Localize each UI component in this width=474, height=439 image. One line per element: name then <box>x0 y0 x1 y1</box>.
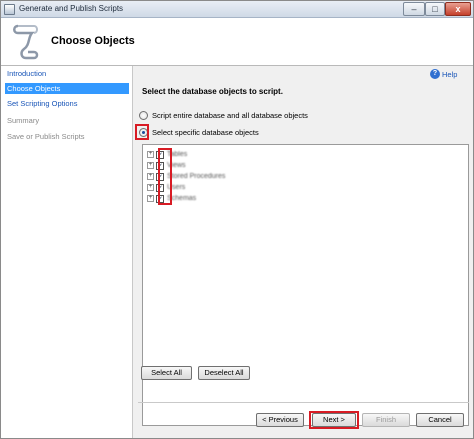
nav-item-save-or-publish-scripts: Save or Publish Scripts <box>7 132 85 141</box>
deselect-all-button[interactable]: Deselect All <box>198 366 250 380</box>
highlight-box-radio <box>135 124 149 140</box>
object-tree[interactable]: + ✓ Tables + ✓ Views + ✓ Stored Procedures + ✓ U… <box>142 144 469 426</box>
main-panel: ? Help Select the database objects to scr… <box>134 66 473 438</box>
nav-item-set-scripting-options[interactable]: Set Scripting Options <box>5 98 129 109</box>
expand-icon[interactable]: + <box>147 162 154 170</box>
page-title: Choose Objects <box>51 35 135 47</box>
expand-icon[interactable]: + <box>147 151 154 159</box>
help-label: Help <box>442 69 458 79</box>
help-link[interactable]: ? Help <box>430 69 457 81</box>
title-bar[interactable]: Generate and Publish Scripts – □ x <box>1 1 473 18</box>
cancel-button[interactable]: Cancel <box>416 413 464 427</box>
close-button[interactable]: x <box>445 2 471 16</box>
tree-item-label: Stored Procedures <box>167 173 226 181</box>
expand-icon[interactable]: + <box>147 195 154 203</box>
select-all-button[interactable]: Select All <box>141 366 192 380</box>
app-icon <box>4 4 15 15</box>
generate-publish-scripts-window: Generate and Publish Scripts – □ x Choos… <box>0 0 474 439</box>
nav-item-summary: Summary <box>7 116 40 125</box>
nav-item-choose-objects[interactable]: Choose Objects <box>5 83 129 94</box>
highlight-box-next <box>309 411 359 429</box>
expand-icon[interactable]: + <box>147 184 154 192</box>
finish-button: Finish <box>362 413 410 427</box>
window-title: Generate and Publish Scripts <box>19 4 124 13</box>
instruction-text: Select the database objects to script. <box>142 87 283 96</box>
script-scroll-icon <box>13 24 39 60</box>
expand-icon[interactable]: + <box>147 173 154 181</box>
maximize-button[interactable]: □ <box>425 2 445 16</box>
wizard-nav: Introduction Choose Objects Set Scriptin… <box>1 66 133 438</box>
radio-label: Select specific database objects <box>152 128 259 138</box>
minimize-button[interactable]: – <box>403 2 425 16</box>
radio-script-entire-database[interactable]: Script entire database and all database … <box>139 111 308 123</box>
radio-select-specific-objects[interactable]: Select specific database objects <box>139 128 259 140</box>
page-header: Choose Objects <box>1 18 473 66</box>
radio-label: Script entire database and all database … <box>152 111 308 121</box>
help-icon: ? <box>430 69 440 79</box>
highlight-box-checkboxes <box>158 148 172 205</box>
footer-divider <box>138 402 469 403</box>
nav-item-introduction[interactable]: Introduction <box>5 68 129 79</box>
radio-button[interactable] <box>139 111 148 121</box>
previous-button[interactable]: < Previous <box>256 413 304 427</box>
